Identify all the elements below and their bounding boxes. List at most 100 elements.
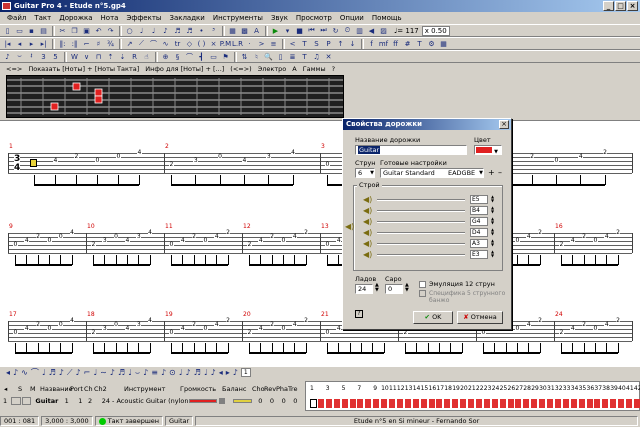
tab-note[interactable]: 0	[203, 326, 208, 332]
string-tuning-slider[interactable]	[377, 232, 465, 234]
effect-2-icon[interactable]: ⌒	[31, 367, 39, 378]
dynamics-ppp-icon[interactable]: ♪	[13, 368, 18, 377]
print-icon[interactable]: ▤	[38, 25, 49, 36]
tab-note[interactable]: 4	[125, 238, 130, 244]
menu-effects[interactable]: Эффекты	[122, 12, 165, 24]
string-note-field[interactable]: G4	[470, 217, 488, 226]
timeline-cell[interactable]	[412, 399, 420, 408]
string-spinner-icon[interactable]: ▲ ▼	[491, 217, 494, 225]
string-note-field[interactable]: A3	[470, 239, 488, 248]
remove-preset-icon[interactable]: –	[498, 168, 502, 177]
timeline-cell[interactable]	[452, 399, 460, 408]
timeline-cell[interactable]	[626, 399, 633, 408]
cancel-button[interactable]: ✘ Отмена	[457, 311, 503, 324]
wah-icon[interactable]: W	[69, 51, 80, 62]
fade-in-icon[interactable]: <	[287, 38, 298, 49]
timeline-cell[interactable]	[460, 399, 468, 408]
pop-icon[interactable]: P	[323, 38, 334, 49]
string-spinner-icon[interactable]: ▲ ▼	[491, 195, 494, 203]
segno-icon[interactable]: §	[172, 51, 183, 62]
tab-note[interactable]: 4	[53, 158, 58, 164]
grid-icon[interactable]: ▦	[438, 38, 449, 49]
string-note-field[interactable]: E3	[470, 250, 488, 259]
midi-icon[interactable]: ▨	[378, 25, 389, 36]
timeline-cell[interactable]	[436, 399, 444, 408]
track-ch[interactable]: 1	[78, 397, 88, 405]
tremolo-icon[interactable]: ≡	[268, 38, 279, 49]
play-dropdown-icon[interactable]: ▾	[282, 25, 293, 36]
string-tuning-slider[interactable]	[377, 243, 465, 245]
tab-note[interactable]: 0	[169, 242, 174, 248]
effect-3-icon[interactable]: ♩	[42, 368, 46, 377]
timeline-cell[interactable]	[491, 399, 499, 408]
tab-note[interactable]: 3	[193, 158, 199, 164]
ok-button[interactable]: ✔ OK	[413, 311, 453, 324]
whole-note-icon[interactable]: ○	[124, 25, 135, 36]
tab-note[interactable]: 0	[554, 158, 559, 164]
capo-input[interactable]: 0	[385, 284, 403, 294]
track-name[interactable]: Guitar	[35, 397, 64, 405]
mute-checkbox[interactable]	[21, 397, 32, 405]
marker-icon[interactable]: ⚑	[220, 51, 231, 62]
track-row[interactable]: 1 Guitar 1 1 2 24 - Acoustic Guitar (nyl…	[0, 396, 305, 406]
tie-icon[interactable]: ⌣	[14, 51, 25, 62]
tab-note[interactable]: 0	[481, 330, 486, 336]
dialog-close-button[interactable]: ×	[499, 120, 509, 129]
tab-note[interactable]: 0	[593, 326, 598, 332]
track-name-input[interactable]: Guitar	[355, 145, 467, 155]
tab-note[interactable]: 4	[69, 230, 75, 236]
tab-note[interactable]: 4	[604, 234, 610, 240]
string-speaker-icon[interactable]: ◀)	[363, 250, 372, 259]
string-tuning-slider[interactable]	[377, 199, 465, 201]
open-file-icon[interactable]: ▭	[14, 25, 25, 36]
tab-note[interactable]: 4	[24, 326, 30, 332]
tab-note[interactable]: 0	[593, 238, 598, 244]
effect-20-icon[interactable]: ♪	[186, 368, 191, 377]
fret-a-option[interactable]: A	[292, 65, 296, 73]
color-picker[interactable]: ▼	[474, 145, 502, 155]
tab-note[interactable]: 3	[136, 234, 142, 240]
tab-note[interactable]: 0	[217, 154, 223, 160]
effect-18-icon[interactable]: ⊙	[169, 368, 176, 377]
menu-bar[interactable]: Такт	[30, 12, 55, 24]
multitrack-icon[interactable]: ≣	[287, 51, 298, 62]
timeline-cell[interactable]	[389, 399, 396, 408]
quintuplet-icon[interactable]: 5	[50, 51, 61, 62]
tab-note[interactable]: 0	[325, 242, 330, 248]
timeline-cell[interactable]	[365, 399, 373, 408]
add-preset-icon[interactable]: +	[488, 168, 495, 177]
timeline-cell[interactable]	[539, 399, 547, 408]
string-spinner-icon[interactable]: ▲ ▼	[491, 239, 494, 247]
lyrics-icon[interactable]: A	[251, 25, 262, 36]
tapping-icon[interactable]: T	[299, 38, 310, 49]
effect-12-icon[interactable]: ♬	[118, 368, 125, 377]
strings-select[interactable]: 6 ▼	[355, 168, 375, 178]
arpeggio-down-icon[interactable]: ⇣	[117, 51, 128, 62]
tab-note[interactable]: 2	[581, 322, 587, 328]
tab-note[interactable]: 2	[35, 322, 41, 328]
bar-first-icon[interactable]: |◂	[2, 38, 13, 49]
tab-note[interactable]: 0	[47, 238, 52, 244]
timeline-cell[interactable]	[562, 399, 570, 408]
timeline-cell[interactable]	[515, 399, 523, 408]
effect-15-icon[interactable]: ♪	[143, 368, 148, 377]
timeline-cell[interactable]	[570, 399, 578, 408]
effect-22-icon[interactable]: ♩	[204, 368, 208, 377]
menu-markers[interactable]: Закладки	[165, 12, 208, 24]
cho-value[interactable]: 0	[258, 397, 270, 405]
tab-note[interactable]: 0	[515, 238, 520, 244]
timeline-cell[interactable]	[341, 399, 349, 408]
timeline-cell[interactable]	[523, 399, 531, 408]
tab-note[interactable]: 4	[214, 234, 220, 240]
tuner-icon[interactable]: ♮	[251, 51, 262, 62]
tab-note[interactable]: 2	[74, 154, 79, 160]
new-file-icon[interactable]: ▯	[2, 25, 13, 36]
tab-note[interactable]: 2	[602, 150, 608, 156]
tab-note[interactable]: 4	[258, 238, 264, 244]
stroke-down-icon[interactable]: ↓	[347, 38, 358, 49]
alternate-ending-icon[interactable]: ⌐	[81, 38, 92, 49]
rasgueado-icon[interactable]: R	[129, 51, 140, 62]
string-spinner-icon[interactable]: ▲ ▼	[491, 228, 494, 236]
tab-note[interactable]: 4	[290, 150, 296, 156]
slap-icon[interactable]: S	[311, 38, 322, 49]
